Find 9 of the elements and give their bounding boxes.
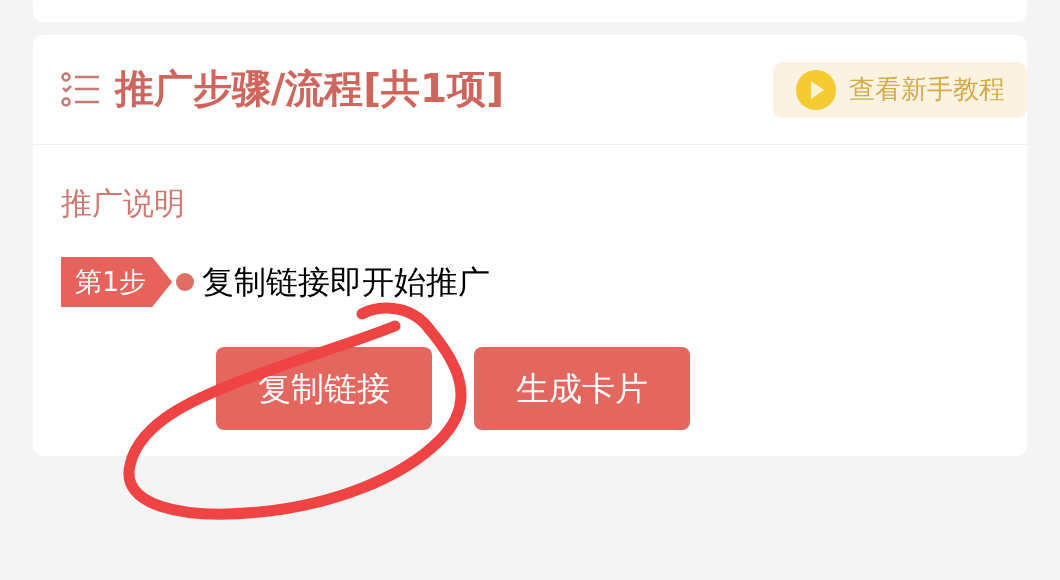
action-button[interactable]: 复制链接 [216,347,432,430]
list-icon [61,71,101,108]
step-badge: 第1步 [61,257,173,307]
tutorial-button[interactable]: 查看新手教程 [773,61,1027,118]
step-text: 复制链接即开始推广 [202,262,491,303]
action-button[interactable]: 生成卡片 [474,347,690,430]
description-label: 推广说明 [61,184,186,223]
play-icon [795,68,837,111]
section-title: 推广步骤/流程[共1项] [115,65,505,114]
